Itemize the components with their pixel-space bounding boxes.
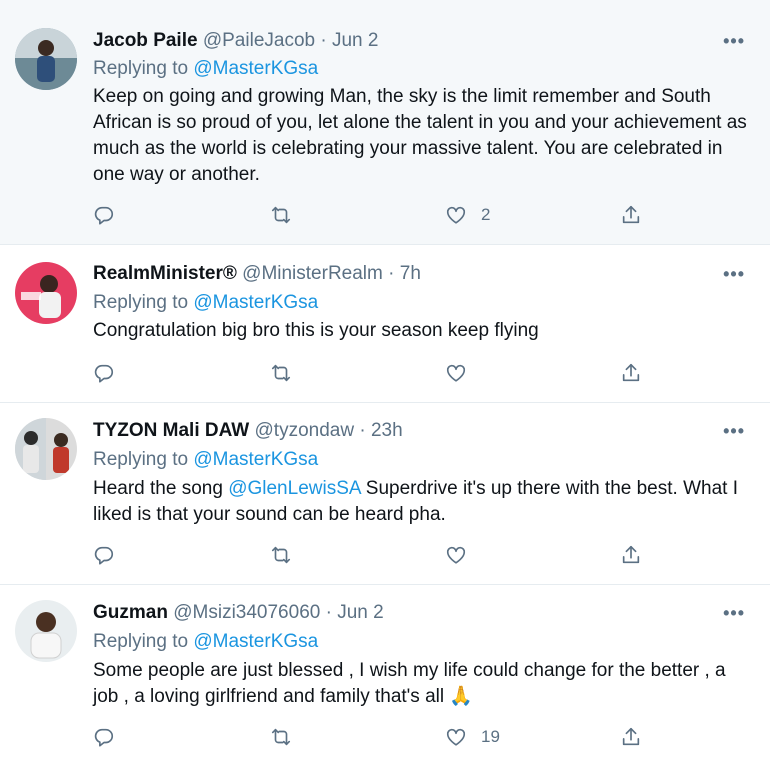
like-count: 19 — [481, 727, 500, 746]
user-handle[interactable]: @tyzondaw — [255, 420, 355, 441]
reply-button[interactable] — [93, 203, 115, 227]
retweet-icon — [270, 726, 292, 748]
reply-button[interactable] — [93, 543, 115, 567]
replying-to-link[interactable]: @MasterKGsa — [193, 292, 318, 313]
tweet-text: Heard the song @GlenLewisSA Superdrive i… — [93, 476, 753, 528]
tweet-text-start: Heard the song — [93, 478, 229, 499]
heart-icon — [445, 726, 467, 748]
replying-to: Replying to @MasterKGsa — [93, 292, 318, 314]
like-button[interactable]: 2 — [445, 203, 490, 227]
timestamp[interactable]: Jun 2 — [337, 602, 383, 623]
user-handle[interactable]: @PaileJacob — [203, 30, 315, 51]
tweet-header: Jacob Paile @PaileJacob · Jun 2 — [93, 30, 378, 52]
share-icon — [620, 362, 642, 384]
separator: · — [388, 263, 395, 284]
retweet-icon — [270, 544, 292, 566]
avatar[interactable] — [15, 262, 77, 324]
user-handle[interactable]: @MinisterRealm — [242, 263, 383, 284]
user-name[interactable]: Jacob Paile — [93, 30, 198, 51]
share-button[interactable] — [620, 361, 642, 385]
replying-label: Replying to — [93, 58, 189, 79]
like-button[interactable] — [445, 361, 481, 385]
user-name[interactable]: RealmMinister® — [93, 263, 237, 284]
avatar[interactable] — [15, 418, 77, 480]
reply-button[interactable] — [93, 725, 115, 749]
replying-to-link[interactable]: @MasterKGsa — [193, 58, 318, 79]
share-button[interactable] — [620, 203, 642, 227]
replying-to: Replying to @MasterKGsa — [93, 449, 318, 471]
tweet-item[interactable]: RealmMinister® @MinisterRealm · 7h ••• R… — [0, 245, 770, 403]
tweet-item[interactable]: Jacob Paile @PaileJacob · Jun 2 ••• Repl… — [0, 0, 770, 245]
retweet-button[interactable] — [270, 725, 292, 749]
reply-icon — [93, 204, 115, 226]
more-icon[interactable]: ••• — [723, 264, 745, 285]
retweet-icon — [270, 204, 292, 226]
tweet-header: Guzman @Msizi34076060 · Jun 2 — [93, 602, 384, 624]
separator: · — [320, 30, 327, 51]
heart-icon — [445, 204, 467, 226]
user-handle[interactable]: @Msizi34076060 — [173, 602, 320, 623]
tweet-item[interactable]: Guzman @Msizi34076060 · Jun 2 ••• Replyi… — [0, 585, 770, 767]
like-button[interactable] — [445, 543, 481, 567]
separator: · — [359, 420, 366, 441]
like-button[interactable]: 19 — [445, 725, 500, 749]
more-icon[interactable]: ••• — [723, 603, 745, 624]
share-button[interactable] — [620, 543, 642, 567]
reply-icon — [93, 362, 115, 384]
tweet-header: RealmMinister® @MinisterRealm · 7h — [93, 263, 421, 285]
replying-label: Replying to — [93, 631, 189, 652]
like-count: 2 — [481, 205, 491, 224]
reply-button[interactable] — [93, 361, 115, 385]
separator: · — [325, 602, 332, 623]
heart-icon — [445, 362, 467, 384]
replying-to-link[interactable]: @MasterKGsa — [193, 449, 318, 470]
replying-to: Replying to @MasterKGsa — [93, 631, 318, 653]
mention-link[interactable]: @GlenLewisSA — [228, 478, 360, 499]
timestamp[interactable]: Jun 2 — [332, 30, 378, 51]
avatar[interactable] — [15, 28, 77, 90]
share-button[interactable] — [620, 725, 642, 749]
tweet-header: TYZON Mali DAW @tyzondaw · 23h — [93, 420, 403, 442]
tweet-text: Some people are just blessed , I wish my… — [93, 660, 726, 707]
user-name[interactable]: Guzman — [93, 602, 168, 623]
tweet-text: Keep on going and growing Man, the sky i… — [93, 86, 747, 185]
share-icon — [620, 544, 642, 566]
reply-icon — [93, 544, 115, 566]
timestamp[interactable]: 7h — [400, 263, 421, 284]
share-icon — [620, 726, 642, 748]
replying-label: Replying to — [93, 449, 189, 470]
tweet-text: Congratulation big bro this is your seas… — [93, 320, 539, 341]
retweet-button[interactable] — [270, 543, 292, 567]
retweet-button[interactable] — [270, 203, 292, 227]
heart-icon — [445, 544, 467, 566]
more-icon[interactable]: ••• — [723, 31, 745, 52]
replying-to-link[interactable]: @MasterKGsa — [193, 631, 318, 652]
more-icon[interactable]: ••• — [723, 421, 745, 442]
replying-label: Replying to — [93, 292, 189, 313]
reply-icon — [93, 726, 115, 748]
tweet-item[interactable]: TYZON Mali DAW @tyzondaw · 23h ••• Reply… — [0, 403, 770, 585]
avatar[interactable] — [15, 600, 77, 662]
replying-to: Replying to @MasterKGsa — [93, 58, 318, 80]
timestamp[interactable]: 23h — [371, 420, 403, 441]
retweet-icon — [270, 362, 292, 384]
retweet-button[interactable] — [270, 361, 292, 385]
reply-feed: Jacob Paile @PaileJacob · Jun 2 ••• Repl… — [0, 0, 770, 767]
user-name[interactable]: TYZON Mali DAW — [93, 420, 249, 441]
share-icon — [620, 204, 642, 226]
